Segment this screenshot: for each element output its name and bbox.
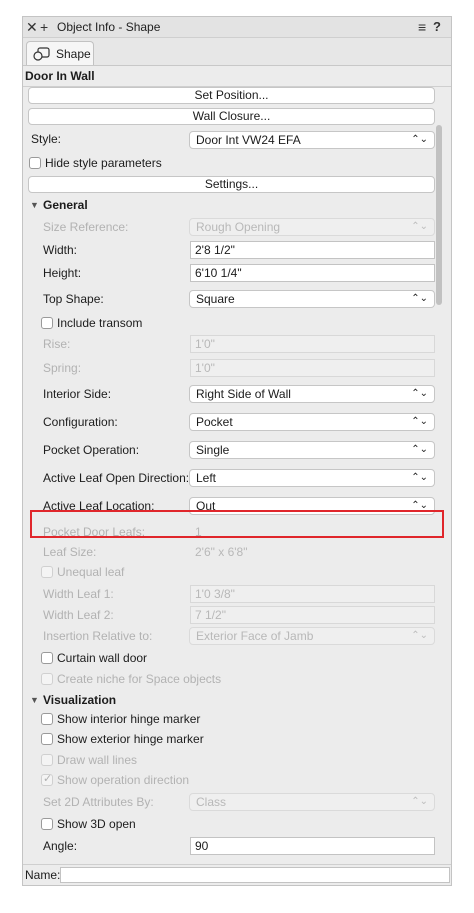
show-interior-hinge-label: Show interior hinge marker — [57, 712, 201, 726]
hide-style-checkbox[interactable] — [29, 157, 41, 169]
name-field[interactable] — [60, 867, 450, 883]
width-leaf-2-label: Width Leaf 2: — [43, 608, 114, 622]
pocket-operation-label: Pocket Operation: — [43, 443, 140, 457]
shape-icon — [33, 47, 50, 61]
active-leaf-open-direction-value: Left — [196, 471, 217, 485]
chevron-updown-icon: ⌃⌄ — [411, 221, 428, 232]
tab-shape-label: Shape — [56, 47, 91, 61]
plus-icon[interactable]: + — [40, 18, 48, 36]
disclosure-down-icon[interactable]: ▼ — [30, 695, 39, 705]
name-label: Name: — [25, 868, 61, 882]
size-reference-label: Size Reference: — [43, 220, 129, 234]
chevron-updown-icon: ⌃⌄ — [411, 472, 428, 483]
visualization-section-title[interactable]: Visualization — [43, 693, 116, 707]
size-reference-select: Rough Opening ⌃⌄ — [189, 218, 435, 236]
width-field[interactable]: 2'8 1/2" — [190, 241, 435, 259]
top-shape-select[interactable]: Square ⌃⌄ — [189, 290, 435, 308]
include-transom-label: Include transom — [57, 316, 143, 330]
show-operation-direction-label: Show operation direction — [57, 773, 190, 787]
create-niche-checkbox — [41, 673, 53, 685]
help-icon[interactable]: ? — [433, 18, 441, 36]
style-value: Door Int VW24 EFA — [196, 133, 301, 147]
spring-label: Spring: — [43, 361, 82, 375]
style-label: Style: — [31, 132, 62, 146]
show-operation-direction-checkbox: ✓ — [41, 773, 53, 786]
settings-button[interactable]: Settings... — [28, 176, 435, 193]
spring-field: 1'0" — [190, 359, 435, 377]
top-shape-value: Square — [196, 292, 235, 306]
show-exterior-hinge-checkbox[interactable] — [41, 733, 53, 745]
top-shape-label: Top Shape: — [43, 292, 104, 306]
draw-wall-lines-checkbox — [41, 754, 53, 766]
curtain-wall-door-label: Curtain wall door — [57, 651, 148, 665]
active-leaf-open-direction-select[interactable]: Left ⌃⌄ — [189, 469, 435, 487]
unequal-leaf-checkbox — [41, 566, 53, 578]
height-label: Height: — [43, 266, 82, 280]
interior-side-label: Interior Side: — [43, 387, 112, 401]
show-exterior-hinge-label: Show exterior hinge marker — [57, 732, 204, 746]
height-field[interactable]: 6'10 1/4" — [190, 264, 435, 282]
palette-titlebar: ✕ + Object Info - Shape ≡ ? — [23, 17, 451, 38]
chevron-updown-icon: ⌃⌄ — [411, 293, 428, 304]
chevron-updown-icon: ⌃⌄ — [411, 134, 428, 145]
width-leaf-2-field: 7 1/2" — [190, 606, 435, 624]
width-leaf-1-field: 1'0 3/8" — [190, 585, 435, 603]
show-interior-hinge-checkbox[interactable] — [41, 713, 53, 725]
hamburger-icon[interactable]: ≡ — [418, 18, 426, 36]
chevron-updown-icon: ⌃⌄ — [411, 416, 428, 427]
draw-wall-lines-label: Draw wall lines — [57, 753, 138, 767]
unequal-leaf-label: Unequal leaf — [57, 565, 125, 579]
insertion-relative-value: Exterior Face of Jamb — [196, 629, 314, 643]
curtain-wall-door-checkbox[interactable] — [41, 652, 53, 664]
checkmark-icon: ✓ — [43, 773, 53, 785]
size-reference-value: Rough Opening — [196, 220, 281, 234]
vertical-scrollbar[interactable] — [436, 125, 442, 305]
leaf-size-value: 2'6" x 6'8" — [195, 545, 248, 559]
disclosure-down-icon[interactable]: ▼ — [30, 200, 39, 210]
chevron-updown-icon: ⌃⌄ — [411, 388, 428, 399]
interior-side-select[interactable]: Right Side of Wall ⌃⌄ — [189, 385, 435, 403]
configuration-value: Pocket — [196, 415, 233, 429]
name-bar: Name: — [23, 865, 451, 885]
tab-shape[interactable]: Shape — [26, 41, 94, 65]
object-info-palette: ✕ + Object Info - Shape ≡ ? Shape Door I… — [22, 16, 452, 886]
leaf-size-label: Leaf Size: — [43, 545, 97, 559]
angle-field[interactable]: 90 — [190, 837, 435, 855]
configuration-label: Configuration: — [43, 415, 118, 429]
wall-closure-button[interactable]: Wall Closure... — [28, 108, 435, 125]
hide-style-label: Hide style parameters — [45, 156, 162, 170]
width-leaf-1-label: Width Leaf 1: — [43, 587, 114, 601]
style-select[interactable]: Door Int VW24 EFA ⌃⌄ — [189, 131, 435, 149]
tab-bar: Shape — [23, 38, 451, 66]
object-type-title: Door In Wall — [25, 69, 95, 83]
properties-scroll-area[interactable]: Set Position... Wall Closure... Style: D… — [23, 86, 451, 865]
create-niche-label: Create niche for Space objects — [57, 672, 222, 686]
set-position-button[interactable]: Set Position... — [28, 87, 435, 104]
general-section-title[interactable]: General — [43, 198, 88, 212]
show-3d-open-checkbox[interactable] — [41, 818, 53, 830]
show-3d-open-label: Show 3D open — [57, 817, 136, 831]
configuration-select[interactable]: Pocket ⌃⌄ — [189, 413, 435, 431]
angle-label: Angle: — [43, 839, 78, 853]
insertion-relative-select: Exterior Face of Jamb ⌃⌄ — [189, 627, 435, 645]
rise-label: Rise: — [43, 337, 71, 351]
chevron-updown-icon: ⌃⌄ — [411, 444, 428, 455]
pocket-operation-select[interactable]: Single ⌃⌄ — [189, 441, 435, 459]
include-transom-checkbox[interactable] — [41, 317, 53, 329]
interior-side-value: Right Side of Wall — [196, 387, 291, 401]
rise-field: 1'0" — [190, 335, 435, 353]
palette-title: Object Info - Shape — [57, 20, 161, 34]
chevron-updown-icon: ⌃⌄ — [411, 796, 428, 807]
chevron-updown-icon: ⌃⌄ — [411, 630, 428, 641]
width-label: Width: — [43, 243, 78, 257]
set-2d-attributes-select: Class ⌃⌄ — [189, 793, 435, 811]
active-leaf-open-direction-label: Active Leaf Open Direction: — [43, 471, 190, 485]
highlight-box — [30, 510, 444, 538]
insertion-relative-label: Insertion Relative to: — [43, 629, 153, 643]
pocket-operation-value: Single — [196, 443, 230, 457]
set-2d-attributes-value: Class — [196, 795, 227, 809]
close-icon[interactable]: ✕ — [26, 18, 38, 36]
set-2d-attributes-label: Set 2D Attributes By: — [43, 795, 154, 809]
